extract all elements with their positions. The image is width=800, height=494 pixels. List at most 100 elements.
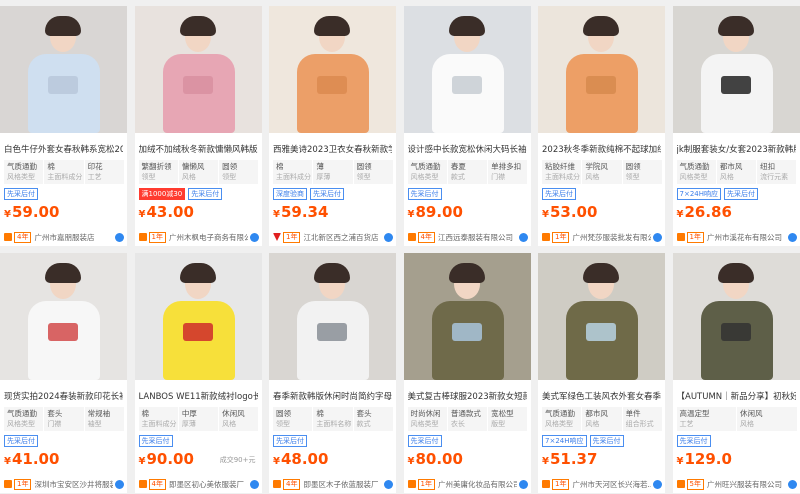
- product-image[interactable]: [403, 6, 531, 133]
- product-title[interactable]: 美式军绿色工装风衣外套女春季2023: [542, 391, 661, 404]
- attribute-name: 袖型: [87, 420, 102, 428]
- product-image[interactable]: [538, 253, 665, 380]
- product-image[interactable]: [0, 253, 127, 380]
- product-title[interactable]: 2023秋冬季新款纯棉不起球加绒外套: [542, 144, 661, 157]
- crown-icon: [542, 233, 550, 241]
- shop-name[interactable]: 即墨区初心美侬服装厂: [169, 479, 248, 490]
- chat-icon[interactable]: [653, 232, 662, 242]
- product-card[interactable]: 美式复古棒球服2023新款女短款情侣时尚休闲风格类型普通款式衣长宽松型版型先采后…: [403, 253, 531, 493]
- chat-icon[interactable]: [249, 479, 259, 489]
- product-card[interactable]: 西雅美诗2023卫衣女春秋新款学院风棉主面料成分薄厚薄圆领领型深度验商先采后付¥…: [269, 6, 396, 246]
- product-image[interactable]: [0, 6, 127, 133]
- chat-icon[interactable]: [787, 479, 797, 489]
- product-attributes: 粘胶纤维 主面料成分 学院风 风格 圆领 领型: [542, 160, 662, 184]
- shop-name[interactable]: 广州市溪花布有限公司: [707, 232, 786, 243]
- product-card[interactable]: 设计感中长款宽松休闲大码长袖衬衫气质通勤风格类型春夏款式单排多扣门襟先采后付¥8…: [403, 6, 531, 246]
- shop-info[interactable]: 1年 广州市溪花布有限公司: [676, 231, 797, 243]
- attribute-name: 款式: [356, 420, 371, 428]
- shop-name[interactable]: 广州旺兴服装有限公司: [707, 479, 786, 490]
- product-image[interactable]: [269, 253, 396, 380]
- product-attributes: 气质通勤 风格类型 都市风 风格 纽扣 流行元素: [676, 160, 797, 184]
- product-grid: 白色牛仔外套女春秋韩系宽松2023 气质通勤 风格类型棉主面料成分 印花 工艺 先采后付 ¥…: [0, 0, 800, 494]
- product-tags: 先采后付: [407, 188, 442, 200]
- product-title[interactable]: 美式复古棒球服2023新款女短款情侣: [408, 391, 527, 404]
- product-card[interactable]: 美式军绿色工装风衣外套女春季2023气质通勤风格类型都市风风格单件组合形式7×2…: [538, 253, 665, 493]
- chat-icon[interactable]: [115, 479, 124, 489]
- shop-info[interactable]: 5年 广州旺兴服装有限公司: [676, 478, 797, 490]
- product-title[interactable]: jk制服套装女/女套2023新款韩版学生: [677, 144, 796, 157]
- product-title[interactable]: 现货实拍2024春装新款印花长袖V领: [4, 391, 123, 404]
- product-tags: 先采后付: [407, 435, 442, 447]
- crown-icon: [407, 233, 416, 241]
- service-tag: 先采后付: [724, 188, 758, 200]
- product-image[interactable]: [672, 6, 800, 133]
- product-photo-detail: [586, 76, 616, 94]
- shop-name[interactable]: 深圳市宝安区沙井将服装店: [34, 479, 113, 490]
- shop-info[interactable]: 4年 江西远泰服装有限公司: [407, 231, 528, 243]
- currency-symbol: ¥: [542, 209, 549, 220]
- shop-name[interactable]: 广州梵莎服装批发有限公司: [572, 232, 651, 243]
- chat-icon[interactable]: [653, 479, 662, 489]
- product-card[interactable]: 现货实拍2024春装新款印花长袖V领气质通勤风格类型套头门襟常规袖袖型先采后付¥…: [0, 253, 127, 493]
- product-card[interactable]: 2023秋冬季新款纯棉不起球加绒外套粘胶纤维主面料成分学院风风格圆领领型先采后付…: [538, 6, 665, 246]
- shop-name[interactable]: 广州市天河区长兴海若...: [572, 479, 651, 490]
- product-image[interactable]: [403, 253, 531, 380]
- product-title[interactable]: 加绒不加绒秋冬新款慵懒风韩版减龄: [139, 144, 258, 157]
- currency-symbol: ¥: [4, 209, 11, 220]
- product-card[interactable]: jk制服套装女/女套2023新款韩版学生气质通勤风格类型都市风风格纽扣流行元素7…: [672, 6, 800, 246]
- shop-info[interactable]: 1年 江北新区西之浦百货店: [273, 231, 393, 243]
- attribute-cell: 圆领 领型: [622, 160, 662, 184]
- chat-icon[interactable]: [518, 479, 528, 489]
- chat-icon[interactable]: [787, 232, 797, 242]
- shop-name[interactable]: 广州市嘉朋服装店: [34, 232, 113, 243]
- product-title[interactable]: 【AUTUMN｜新品分享】初秋好温开: [677, 391, 796, 404]
- shop-info[interactable]: 4年 即墨区木子依蓝服装厂: [273, 478, 393, 490]
- product-image[interactable]: [269, 6, 396, 133]
- shop-info[interactable]: 1年广州梵莎服装批发有限公司: [542, 231, 662, 243]
- currency-symbol: ¥: [138, 209, 146, 220]
- product-title[interactable]: 春季新款韩版休闲时尚简约字母贴布: [273, 391, 392, 404]
- attribute-name: 主面料成分: [545, 173, 580, 181]
- product-card[interactable]: 【AUTUMN｜新品分享】初秋好温开高温定型工艺休闲风风格先采后付¥129.05…: [672, 253, 800, 493]
- price-value: 80.00: [415, 450, 463, 468]
- product-image[interactable]: [672, 253, 800, 380]
- chat-icon[interactable]: [384, 232, 393, 242]
- shop-name[interactable]: 广州木枫电子商务有限公司: [169, 232, 248, 243]
- shop-name[interactable]: 江西远泰服装有限公司: [438, 232, 517, 243]
- product-title[interactable]: 设计感中长款宽松休闲大码长袖衬衫: [408, 144, 527, 157]
- chat-icon[interactable]: [115, 232, 124, 242]
- product-card[interactable]: 加绒不加绒秋冬新款慵懒风韩版减龄繁翻折领领型慵懒风风格圆领领型满1000减30先…: [134, 6, 262, 246]
- shop-info[interactable]: 4年 广州市嘉朋服装店: [4, 231, 124, 243]
- product-title[interactable]: LANBOS WE11新款绒衬logo长袖印花: [139, 391, 258, 404]
- product-image[interactable]: [134, 6, 262, 133]
- product-card[interactable]: 白色牛仔外套女春秋韩系宽松2023 气质通勤 风格类型棉主面料成分 印花 工艺 先采后付 ¥…: [0, 6, 127, 246]
- product-card[interactable]: LANBOS WE11新款绒衬logo长袖印花棉主面料成分中厚厚薄休闲风风格先采…: [134, 253, 262, 493]
- product-image[interactable]: [538, 6, 665, 133]
- product-card[interactable]: 春季新款韩版休闲时尚简约字母贴布圆领领型棉主面料名称套头款式先采后付¥48.00…: [269, 253, 396, 493]
- shop-info[interactable]: 4年 即墨区初心美侬服装厂: [138, 478, 259, 490]
- chat-icon[interactable]: [518, 232, 528, 242]
- chat-icon[interactable]: [249, 232, 259, 242]
- attribute-value: 休闲风: [222, 409, 245, 418]
- product-tags: 先采后付: [542, 188, 576, 200]
- shop-name[interactable]: 江北新区西之浦百货店: [303, 232, 382, 243]
- shop-info[interactable]: 1年广州木枫电子商务有限公司: [138, 231, 259, 243]
- shop-name[interactable]: 广州美庸化妆品有限公司: [438, 479, 517, 490]
- attribute-name: 风格类型: [679, 173, 708, 181]
- product-photo-detail: [586, 323, 616, 341]
- chat-icon[interactable]: [384, 479, 393, 489]
- product-attributes: 气质通勤 风格类型 春夏 款式 单排多扣 门襟: [407, 160, 528, 184]
- product-title[interactable]: 西雅美诗2023卫衣女春秋新款学院风: [273, 144, 392, 157]
- attribute-name: 工艺: [87, 173, 102, 181]
- product-photo-model-hair: [448, 263, 485, 283]
- shop-info[interactable]: 1年 广州美庸化妆品有限公司: [407, 478, 528, 490]
- shop-info[interactable]: 1年 广州市天河区长兴海若...: [542, 478, 662, 490]
- shop-name[interactable]: 即墨区木子依蓝服装厂: [303, 479, 382, 490]
- product-title[interactable]: 白色牛仔外套女春秋韩系宽松2023: [4, 144, 123, 157]
- shop-info[interactable]: 1年深圳市宝安区沙井将服装店: [4, 478, 124, 490]
- attribute-cell: 气质通勤 风格类型: [542, 407, 582, 431]
- product-photo-model-hair: [717, 263, 754, 283]
- product-image[interactable]: [134, 253, 262, 380]
- attribute-cell: 棉主面料成分: [273, 160, 313, 184]
- product-photo-model-hair: [448, 16, 485, 36]
